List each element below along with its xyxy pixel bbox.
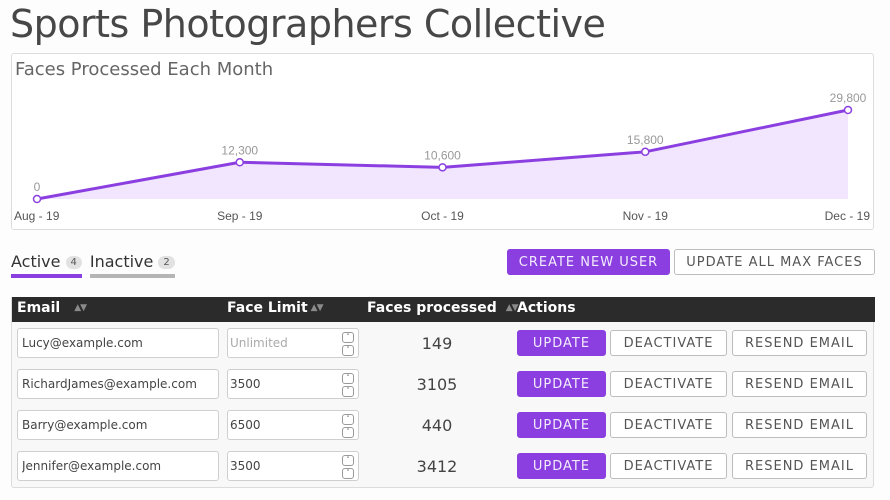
faces-processed-value: 3412 bbox=[416, 457, 458, 476]
x-tick-label: Dec - 19 bbox=[825, 209, 871, 223]
chevron-down-icon[interactable]: ˅ bbox=[342, 386, 354, 397]
user-status-tabs: Active 4 Inactive 2 bbox=[11, 252, 183, 278]
chevron-up-icon[interactable]: ˄ bbox=[342, 414, 354, 425]
face-limit-stepper[interactable]: ˄ ˅ bbox=[342, 373, 355, 397]
resend-email-button[interactable]: RESEND EMAIL bbox=[732, 330, 867, 356]
email-input[interactable] bbox=[17, 451, 219, 481]
x-tick-label: Aug - 19 bbox=[14, 209, 60, 223]
face-limit-input[interactable] bbox=[227, 369, 359, 399]
update-button[interactable]: UPDATE bbox=[517, 453, 606, 479]
chart-point[interactable] bbox=[235, 158, 244, 167]
email-input[interactable] bbox=[17, 410, 219, 440]
chart-point[interactable] bbox=[438, 163, 447, 172]
page-title: Sports Photographers Collective bbox=[10, 2, 606, 46]
update-all-max-faces-button[interactable]: UPDATE ALL MAX FACES bbox=[674, 249, 875, 275]
chevron-down-icon[interactable]: ˅ bbox=[342, 468, 354, 479]
chart-point[interactable] bbox=[32, 194, 42, 204]
sort-icon[interactable]: ▲▼ bbox=[506, 303, 519, 313]
table-row: ˄ ˅ 440 UPDATE DEACTIVATE RESEND EMAIL bbox=[12, 406, 875, 447]
tab-active-label: Active bbox=[11, 252, 61, 271]
update-button[interactable]: UPDATE bbox=[517, 412, 606, 438]
email-input[interactable] bbox=[17, 369, 219, 399]
faces-chart-card: Faces Processed Each Month 0 Aug - 19 12,3… bbox=[11, 53, 874, 230]
face-limit-input[interactable] bbox=[227, 410, 359, 440]
tab-active[interactable]: Active 4 bbox=[11, 252, 82, 278]
chevron-down-icon[interactable]: ˅ bbox=[342, 427, 354, 438]
chevron-up-icon[interactable]: ˄ bbox=[342, 332, 354, 343]
chart-data-label: 15,800 bbox=[627, 133, 664, 147]
tab-inactive[interactable]: Inactive 2 bbox=[89, 252, 175, 278]
users-table: Email ▲▼ Face Limit ▲▼ Faces processed ▲… bbox=[11, 297, 875, 488]
table-row: ˄ ˅ 149 UPDATE DEACTIVATE RESEND EMAIL bbox=[12, 324, 875, 365]
chart-data-label: 0 bbox=[34, 180, 41, 194]
update-button[interactable]: UPDATE bbox=[517, 371, 606, 397]
deactivate-button[interactable]: DEACTIVATE bbox=[610, 330, 727, 356]
update-button[interactable]: UPDATE bbox=[517, 330, 606, 356]
chart-point[interactable] bbox=[641, 147, 650, 157]
header-faces-processed[interactable]: Faces processed ▲▼ bbox=[367, 300, 519, 316]
face-limit-stepper[interactable]: ˄ ˅ bbox=[342, 414, 355, 438]
faces-processed-value: 3105 bbox=[416, 375, 458, 394]
x-tick-label: Nov - 19 bbox=[623, 209, 669, 223]
faces-processed-value: 440 bbox=[421, 416, 453, 435]
tab-inactive-label: Inactive bbox=[89, 252, 154, 271]
header-face-limit[interactable]: Face Limit ▲▼ bbox=[227, 300, 324, 316]
deactivate-button[interactable]: DEACTIVATE bbox=[610, 412, 727, 438]
x-tick-label: Sep - 19 bbox=[217, 209, 263, 223]
resend-email-button[interactable]: RESEND EMAIL bbox=[732, 453, 867, 479]
table-header: Email ▲▼ Face Limit ▲▼ Faces processed ▲… bbox=[12, 297, 875, 322]
face-limit-input[interactable] bbox=[227, 451, 359, 481]
header-faces-processed-label: Faces processed bbox=[367, 300, 497, 316]
sort-icon[interactable]: ▲▼ bbox=[74, 303, 87, 313]
x-tick-label: Oct - 19 bbox=[421, 209, 464, 223]
create-new-user-button[interactable]: CREATE NEW USER bbox=[507, 249, 670, 275]
header-email-label: Email bbox=[17, 300, 61, 316]
face-limit-stepper[interactable]: ˄ ˅ bbox=[342, 332, 355, 356]
sort-icon[interactable]: ▲▼ bbox=[311, 303, 324, 313]
chart-data-label: 12,300 bbox=[221, 143, 258, 157]
header-face-limit-label: Face Limit bbox=[227, 300, 308, 316]
tab-active-count-badge: 4 bbox=[65, 256, 82, 269]
chevron-up-icon[interactable]: ˄ bbox=[342, 373, 354, 384]
chevron-up-icon[interactable]: ˄ bbox=[342, 455, 354, 466]
header-actions: Actions bbox=[517, 300, 576, 316]
resend-email-button[interactable]: RESEND EMAIL bbox=[732, 412, 867, 438]
face-limit-stepper[interactable]: ˄ ˅ bbox=[342, 455, 355, 479]
resend-email-button[interactable]: RESEND EMAIL bbox=[732, 371, 867, 397]
header-email[interactable]: Email ▲▼ bbox=[17, 300, 87, 316]
tab-inactive-count-badge: 2 bbox=[158, 256, 175, 269]
chart-point[interactable] bbox=[843, 105, 853, 115]
chevron-down-icon[interactable]: ˅ bbox=[342, 345, 354, 356]
header-actions-label: Actions bbox=[517, 300, 576, 316]
face-limit-input[interactable] bbox=[227, 328, 359, 358]
faces-area-chart: 0 Aug - 19 12,300 Sep - 19 10,600 Oct - 19 15,… bbox=[14, 91, 871, 223]
faces-processed-value: 149 bbox=[421, 334, 453, 353]
deactivate-button[interactable]: DEACTIVATE bbox=[610, 371, 727, 397]
deactivate-button[interactable]: DEACTIVATE bbox=[610, 453, 727, 479]
chart-data-label: 10,600 bbox=[424, 148, 461, 162]
email-input[interactable] bbox=[17, 328, 219, 358]
table-row: ˄ ˅ 3412 UPDATE DEACTIVATE RESEND EMAIL bbox=[12, 447, 875, 488]
chart-data-label: 29,800 bbox=[830, 91, 867, 105]
table-row: ˄ ˅ 3105 UPDATE DEACTIVATE RESEND EMAIL bbox=[12, 365, 875, 406]
